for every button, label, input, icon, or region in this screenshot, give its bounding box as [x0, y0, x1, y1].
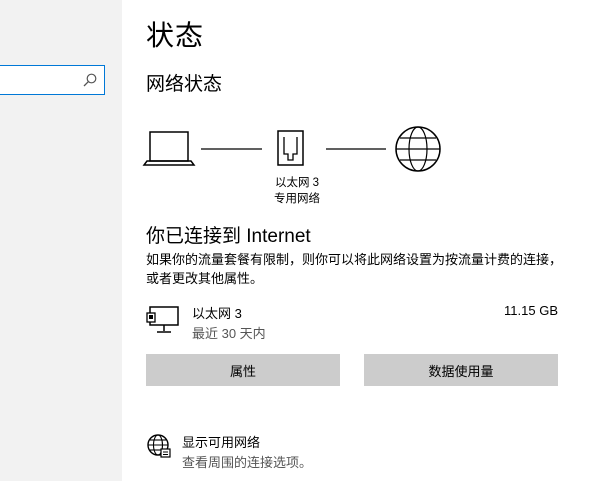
network-diagram: 以太网 3 专用网络: [122, 120, 600, 210]
ethernet-adapter-icon: [146, 306, 179, 333]
data-usage-button[interactable]: 数据使用量: [364, 354, 558, 386]
adapter-row: 以太网 3 最近 30 天内 11.15 GB: [146, 300, 558, 344]
main-content: 状态 网络状态 以太网 3 专用网络 你已连接到 Internet 如果你的流量…: [122, 0, 600, 481]
properties-button[interactable]: 属性: [146, 354, 340, 386]
show-available-networks-link[interactable]: 显示可用网络 查看周围的连接选项。: [146, 430, 446, 470]
adapter-data-usage: 11.15 GB: [504, 303, 558, 318]
show-available-networks-label[interactable]: 显示可用网络: [182, 432, 260, 451]
show-available-networks-description: 查看周围的连接选项。: [182, 455, 313, 470]
sidebar: [0, 0, 122, 481]
search-icon[interactable]: [82, 72, 98, 88]
diagram-adapter-label: 以太网 3: [274, 177, 320, 189]
laptop-icon: [142, 131, 196, 166]
globe-icon: [395, 126, 441, 172]
ethernet-port-icon: [277, 130, 304, 166]
diagram-network-type-label: 专用网络: [274, 193, 320, 205]
search-input[interactable]: [0, 65, 105, 95]
network-status-heading: 网络状态: [146, 74, 223, 95]
globe-network-icon: [147, 434, 171, 458]
adapter-period: 最近 30 天内: [192, 326, 266, 341]
connection-description: 如果你的流量套餐有限制，则你可以将此网络设置为按流量计费的连接，或者更改其他属性…: [146, 252, 563, 286]
connection-status-heading: 你已连接到 Internet: [146, 226, 311, 247]
adapter-name: 以太网 3: [192, 306, 242, 321]
diagram-graphic: [142, 126, 441, 172]
page-title: 状态: [146, 20, 205, 51]
